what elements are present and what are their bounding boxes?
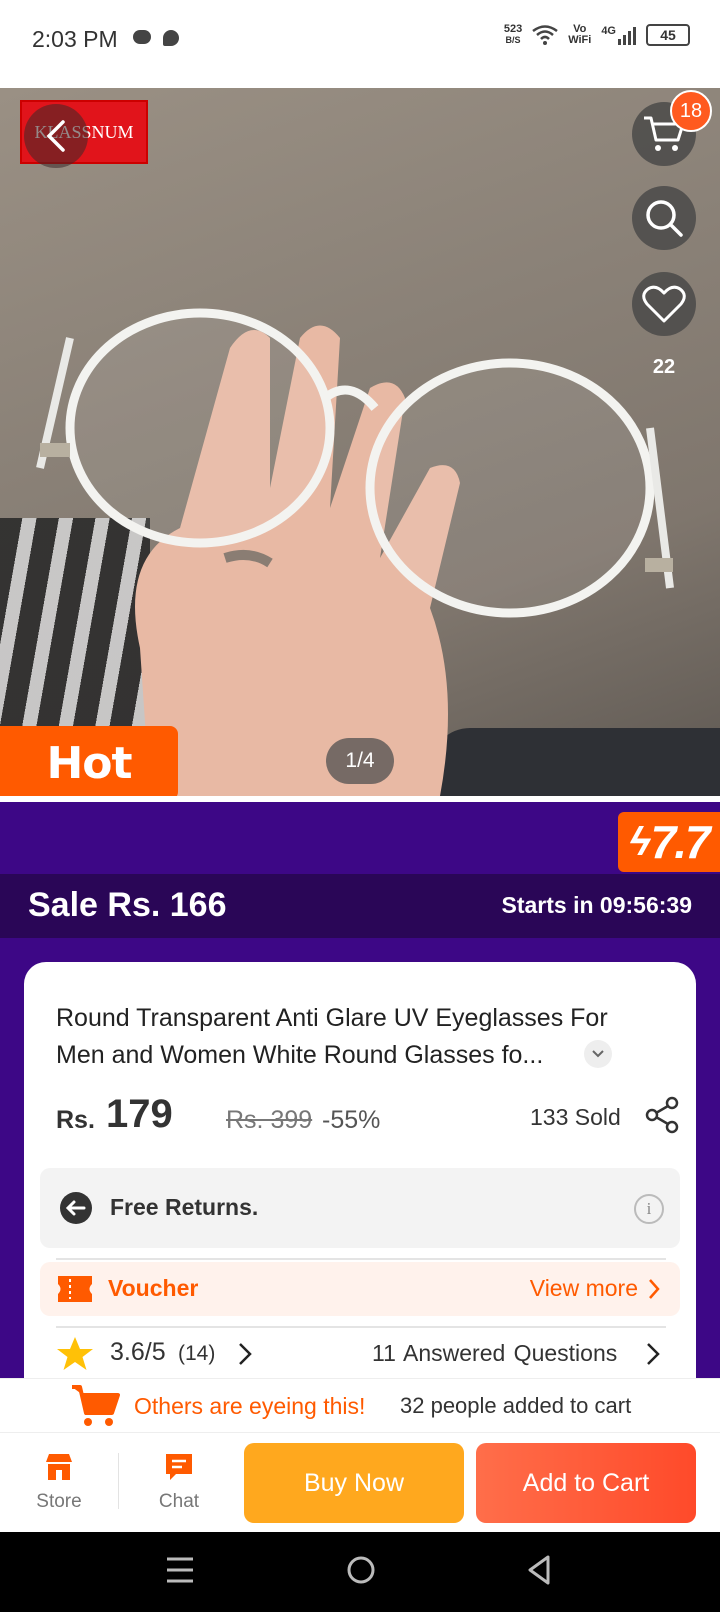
sale-price: Sale Rs. 166 bbox=[28, 886, 227, 924]
vowifi-indicator: Vo WiFi bbox=[568, 23, 592, 46]
eyeglasses-illustration bbox=[36, 308, 674, 618]
share-icon[interactable] bbox=[644, 1096, 680, 1134]
favorite-button[interactable] bbox=[632, 272, 696, 336]
current-price: 179 bbox=[106, 1092, 173, 1136]
voucher-label: Voucher bbox=[108, 1275, 199, 1301]
lightning-icon: ϟ bbox=[629, 819, 650, 864]
chevron-left-icon bbox=[46, 120, 65, 152]
return-icon bbox=[60, 1192, 92, 1224]
info-icon[interactable]: i bbox=[634, 1194, 664, 1224]
eyeing-highlight: Others are eyeing this! bbox=[134, 1393, 366, 1419]
social-proof-strip: Others are eyeing this! 32 people added … bbox=[0, 1378, 720, 1432]
add-to-cart-button[interactable]: Add to Cart bbox=[476, 1443, 696, 1523]
search-icon bbox=[646, 200, 683, 237]
store-icon bbox=[46, 1454, 72, 1480]
divider bbox=[56, 1326, 666, 1328]
sold-count: 133 Sold bbox=[530, 1104, 621, 1130]
answered-questions-link[interactable]: 11 Answered Questions bbox=[372, 1340, 617, 1367]
discount-label: -55% bbox=[322, 1106, 381, 1134]
menu-icon[interactable] bbox=[166, 1554, 194, 1586]
chat-icon bbox=[166, 1454, 192, 1480]
cart-count-badge: 18 bbox=[670, 90, 712, 132]
store-tab[interactable]: Store bbox=[14, 1447, 104, 1513]
voucher-row[interactable]: Voucher View more bbox=[40, 1262, 680, 1316]
chevron-right-icon[interactable] bbox=[646, 1342, 660, 1366]
signal-icon bbox=[618, 25, 636, 45]
chevron-right-icon[interactable] bbox=[238, 1342, 252, 1366]
favorites-count: 22 bbox=[652, 356, 676, 378]
expand-title-button[interactable] bbox=[584, 1040, 612, 1068]
hot-badge: Hot bbox=[0, 726, 178, 796]
chat-bubble-icon bbox=[163, 30, 179, 46]
buy-now-button[interactable]: Buy Now bbox=[244, 1443, 464, 1523]
campaign-tag: ϟ 7.7 bbox=[618, 812, 720, 872]
rating-count[interactable]: (14) bbox=[178, 1342, 215, 1366]
original-price: Rs. 399 bbox=[226, 1106, 313, 1134]
star-icon bbox=[57, 1337, 93, 1370]
rating-row: 3.6/5 (14) 11 Answered Questions bbox=[56, 1334, 666, 1374]
system-navigation-bar bbox=[0, 1532, 720, 1612]
status-time: 2:03 PM bbox=[32, 26, 118, 52]
chat-tab[interactable]: Chat bbox=[134, 1447, 224, 1513]
back-nav-icon[interactable] bbox=[526, 1554, 552, 1586]
notification-icons bbox=[133, 30, 179, 46]
search-button[interactable] bbox=[632, 186, 696, 250]
product-info-card: Round Transparent Anti Glare UV Eyeglass… bbox=[24, 962, 696, 1402]
chevron-right-icon bbox=[649, 1278, 660, 1299]
added-to-cart-count: 32 people added to cart bbox=[400, 1393, 632, 1418]
flash-sale-bar: Sale Rs. 166 Starts in 09:56:39 bbox=[0, 874, 720, 938]
orange-cart-icon bbox=[72, 1385, 120, 1426]
promo-band bbox=[0, 802, 720, 874]
status-icons-right: 523 B/S Vo WiFi 4G 45 bbox=[504, 24, 690, 46]
heart-icon bbox=[642, 285, 686, 323]
free-returns-row[interactable]: Free Returns. i bbox=[40, 1168, 680, 1248]
game-controller-icon bbox=[133, 30, 151, 44]
battery-icon: 45 bbox=[646, 24, 690, 46]
currency-label: Rs. bbox=[56, 1106, 95, 1134]
network-type: 4G bbox=[601, 25, 616, 37]
network-speed: 523 B/S bbox=[503, 23, 523, 46]
image-page-indicator: 1/4 bbox=[326, 738, 394, 784]
rating-value[interactable]: 3.6/5 bbox=[110, 1338, 166, 1367]
bottom-action-bar: Store Chat Buy Now Add to Cart bbox=[0, 1432, 720, 1532]
price-row: Rs. 179 Rs. 399 -55% 133 Sold bbox=[56, 1090, 679, 1140]
status-bar: 2:03 PM 523 B/S Vo WiFi 4G 45 bbox=[0, 0, 720, 84]
free-returns-label: Free Returns. bbox=[110, 1194, 259, 1220]
home-icon[interactable] bbox=[346, 1554, 376, 1586]
divider bbox=[56, 1258, 666, 1260]
view-more-link[interactable]: View more bbox=[530, 1275, 660, 1302]
back-button[interactable] bbox=[24, 104, 88, 168]
wifi-icon bbox=[532, 25, 558, 45]
chevron-down-icon bbox=[592, 1050, 604, 1058]
product-title[interactable]: Round Transparent Anti Glare UV Eyeglass… bbox=[56, 1000, 656, 1074]
tab-separator bbox=[118, 1453, 119, 1509]
voucher-icon bbox=[58, 1276, 92, 1302]
sale-countdown: Starts in 09:56:39 bbox=[501, 892, 692, 918]
product-image[interactable]: KLASSNUM 18 22 Hot 1/4 bbox=[0, 88, 720, 796]
